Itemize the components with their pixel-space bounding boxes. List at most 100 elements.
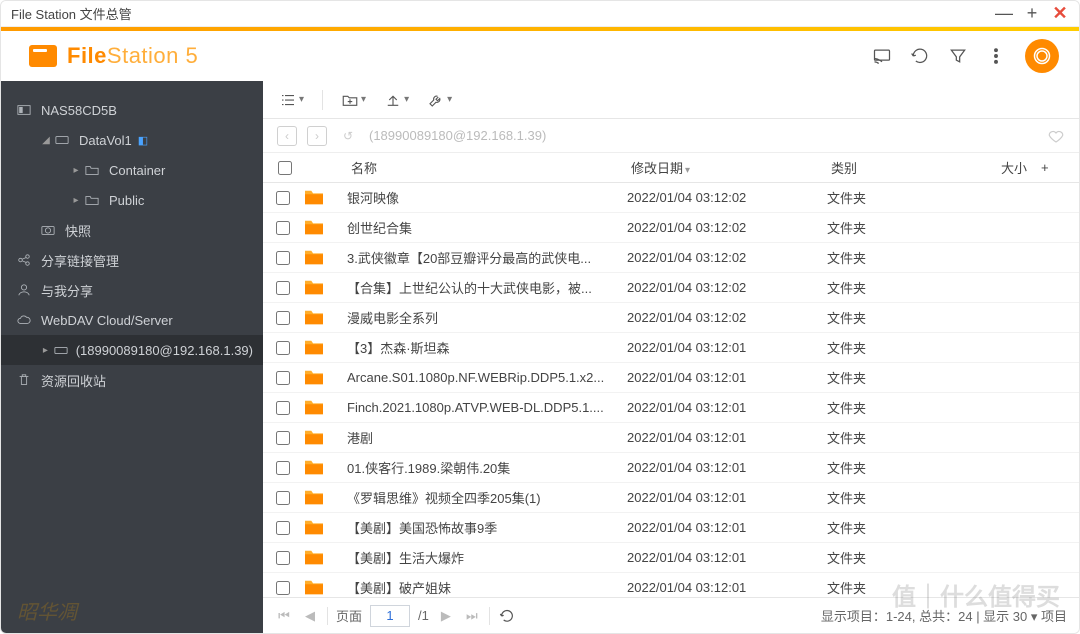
sidebar-nas-root[interactable]: NAS58CD5B [1, 95, 263, 125]
page-first-button[interactable]: ⏮ [275, 607, 293, 625]
table-row[interactable]: 【美剧】破产姐妹2022/01/04 03:12:01文件夹 [263, 573, 1079, 597]
cell-type: 文件夹 [827, 428, 977, 447]
row-checkbox[interactable] [276, 431, 290, 445]
col-size[interactable]: 大小 [977, 158, 1037, 177]
maximize-button[interactable]: + [1023, 5, 1041, 23]
table-row[interactable]: 01.侠客行.1989.梁朝伟.20集2022/01/04 03:12:01文件… [263, 453, 1079, 483]
folder-icon [303, 398, 327, 418]
filter-icon[interactable] [943, 41, 973, 71]
row-checkbox[interactable] [276, 281, 290, 295]
refresh-icon[interactable] [905, 41, 935, 71]
folder-outline-icon [85, 163, 101, 177]
row-checkbox[interactable] [276, 581, 290, 595]
cell-name: Finch.2021.1080p.ATVP.WEB-DL.DDP5.1.... [347, 400, 627, 415]
nav-forward-button[interactable]: › [307, 126, 327, 146]
table-row[interactable]: 银河映像2022/01/04 03:12:02文件夹 [263, 183, 1079, 213]
tools-button[interactable]: ▾ [427, 91, 452, 109]
vol-badge-icon: ◧ [138, 134, 148, 147]
sidebar-sharelinks[interactable]: 分享链接管理 [1, 245, 263, 275]
table-row[interactable]: 创世纪合集2022/01/04 03:12:02文件夹 [263, 213, 1079, 243]
select-all-checkbox[interactable] [278, 161, 292, 175]
sort-desc-icon: ▾ [685, 165, 690, 176]
col-type[interactable]: 类别 [827, 158, 977, 177]
page-next-button[interactable]: ▶ [437, 607, 455, 625]
nav-back-button[interactable]: ‹ [277, 126, 297, 146]
minimize-button[interactable]: — [995, 5, 1013, 23]
view-mode-button[interactable]: ▾ [279, 91, 304, 109]
logo-text-a: File [67, 43, 107, 68]
folder-logo-icon [29, 45, 57, 67]
sidebar-remote-mount[interactable]: ▸ (18990089180@192.168.1.39) [1, 335, 263, 365]
cell-name: 01.侠客行.1989.梁朝伟.20集 [347, 458, 627, 477]
upload-button[interactable]: ▾ [384, 91, 409, 109]
cell-type: 文件夹 [827, 578, 977, 597]
cell-name: 银河映像 [347, 188, 627, 207]
table-row[interactable]: 漫威电影全系列2022/01/04 03:12:02文件夹 [263, 303, 1079, 333]
row-checkbox[interactable] [276, 401, 290, 415]
page-last-button[interactable]: ⏭ [463, 607, 481, 625]
page-input[interactable] [370, 605, 410, 627]
nav-undo-button[interactable]: ↺ [337, 126, 359, 146]
row-checkbox[interactable] [276, 341, 290, 355]
page-prev-button[interactable]: ◀ [301, 607, 319, 625]
favorite-icon[interactable] [1047, 127, 1065, 145]
sidebar-snapshot[interactable]: 快照 [1, 215, 263, 245]
row-checkbox[interactable] [276, 521, 290, 535]
page-refresh-button[interactable] [498, 607, 516, 625]
cell-mtime: 2022/01/04 03:12:01 [627, 430, 827, 445]
drive-icon [55, 133, 71, 147]
col-name[interactable]: 名称 [347, 158, 627, 177]
expand-arrow-icon[interactable]: ◢ [41, 135, 51, 146]
col-add[interactable]: + [1037, 160, 1057, 175]
cell-name: 港剧 [347, 428, 627, 447]
table-row[interactable]: 港剧2022/01/04 03:12:01文件夹 [263, 423, 1079, 453]
cell-mtime: 2022/01/04 03:12:01 [627, 580, 827, 595]
col-mtime[interactable]: 修改日期▾ [627, 158, 827, 177]
sidebar-folder-container[interactable]: ▸ Container [1, 155, 263, 185]
table-row[interactable]: Finch.2021.1080p.ATVP.WEB-DL.DDP5.1....2… [263, 393, 1079, 423]
table-row[interactable]: 3.武侠徽章【20部豆瓣评分最高的武侠电...2022/01/04 03:12:… [263, 243, 1079, 273]
cell-name: 【美剧】破产姐妹 [347, 578, 627, 597]
table-row[interactable]: 【美剧】生活大爆炸2022/01/04 03:12:01文件夹 [263, 543, 1079, 573]
cell-name: 【合集】上世纪公认的十大武侠电影，被... [347, 278, 627, 297]
sidebar-folder-public[interactable]: ▸ Public [1, 185, 263, 215]
table-header: 名称 修改日期▾ 类别 大小 + [263, 153, 1079, 183]
row-checkbox[interactable] [276, 491, 290, 505]
app-logo: FileStation 5 [29, 43, 198, 69]
table-row[interactable]: 【3】杰森·斯坦森2022/01/04 03:12:01文件夹 [263, 333, 1079, 363]
cell-type: 文件夹 [827, 368, 977, 387]
cast-icon[interactable] [867, 41, 897, 71]
row-checkbox[interactable] [276, 371, 290, 385]
table-row[interactable]: 【美剧】美国恐怖故事9季2022/01/04 03:12:01文件夹 [263, 513, 1079, 543]
cell-mtime: 2022/01/04 03:12:02 [627, 310, 827, 325]
cell-type: 文件夹 [827, 398, 977, 417]
cell-type: 文件夹 [827, 248, 977, 267]
row-checkbox[interactable] [276, 251, 290, 265]
cell-name: 创世纪合集 [347, 218, 627, 237]
close-button[interactable]: ✕ [1051, 5, 1069, 23]
sidebar-webdav[interactable]: WebDAV Cloud/Server [1, 305, 263, 335]
row-checkbox[interactable] [276, 461, 290, 475]
row-checkbox[interactable] [276, 191, 290, 205]
folder-icon [303, 188, 327, 208]
sidebar-sharedwithme[interactable]: 与我分享 [1, 275, 263, 305]
table-row[interactable]: 《罗辑思维》视频全四季205集(1)2022/01/04 03:12:01文件夹 [263, 483, 1079, 513]
cell-mtime: 2022/01/04 03:12:01 [627, 490, 827, 505]
sidebar-datavol[interactable]: ◢ DataVol1 ◧ [1, 125, 263, 155]
table-row[interactable]: 【合集】上世纪公认的十大武侠电影，被...2022/01/04 03:12:02… [263, 273, 1079, 303]
more-icon[interactable] [981, 41, 1011, 71]
page-total: /1 [418, 608, 429, 623]
folder-icon [303, 368, 327, 388]
share-icon [17, 253, 33, 267]
folder-icon [303, 218, 327, 238]
row-checkbox[interactable] [276, 311, 290, 325]
cell-type: 文件夹 [827, 278, 977, 297]
snapshot-badge-icon[interactable] [1025, 39, 1059, 73]
row-checkbox[interactable] [276, 551, 290, 565]
table-row[interactable]: Arcane.S01.1080p.NF.WEBRip.DDP5.1.x2...2… [263, 363, 1079, 393]
row-checkbox[interactable] [276, 221, 290, 235]
cell-mtime: 2022/01/04 03:12:01 [627, 370, 827, 385]
create-button[interactable]: ▾ [341, 91, 366, 109]
nas-icon [17, 103, 33, 117]
sidebar-recycle[interactable]: 资源回收站 [1, 365, 263, 395]
